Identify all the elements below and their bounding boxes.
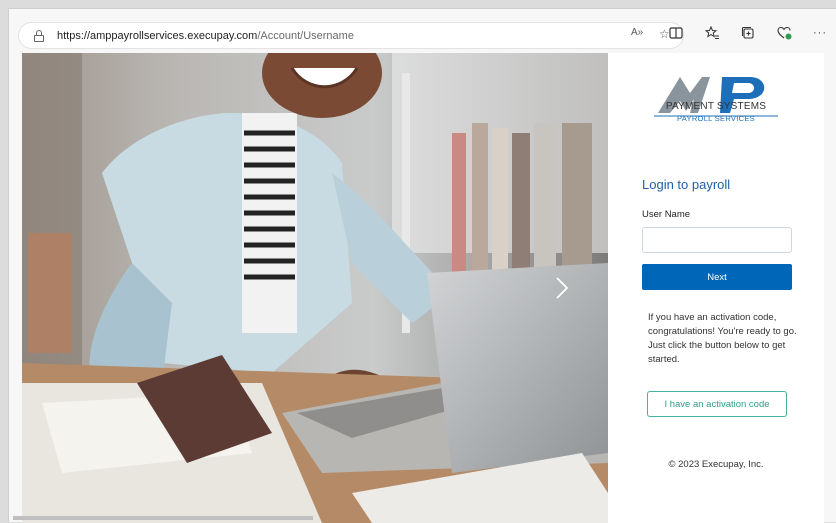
address-bar[interactable]: https://amppayrollservices.execupay.com/… (19, 23, 683, 48)
url-path: /Account/Username (257, 29, 354, 42)
hero-image (22, 53, 608, 523)
page-content: PAYMENT SYSTEMS PAYROLL SERVICES Login t… (22, 53, 824, 523)
lock-icon[interactable] (33, 29, 45, 42)
horizontal-scrollbar[interactable] (13, 516, 313, 520)
collections-icon[interactable] (740, 25, 756, 41)
split-screen-icon[interactable] (668, 25, 684, 41)
activation-code-button[interactable]: I have an activation code (647, 391, 787, 417)
username-input[interactable] (642, 227, 792, 253)
browser-toolbar: https://amppayrollservices.execupay.com/… (9, 9, 836, 51)
browser-window: https://amppayrollservices.execupay.com/… (8, 8, 836, 523)
url-text[interactable]: https://amppayrollservices.execupay.com/… (57, 30, 354, 42)
extensions-icon[interactable] (776, 25, 792, 41)
login-title: Login to payroll (642, 177, 731, 192)
toolbar-icons: ··· (668, 25, 828, 41)
url-domain: amppayrollservices.execupay.com (90, 29, 258, 42)
more-icon[interactable]: ··· (812, 25, 828, 41)
logo-payroll-services: PAYROLL SERVICES (677, 114, 755, 123)
login-panel: PAYMENT SYSTEMS PAYROLL SERVICES Login t… (608, 53, 824, 523)
amp-logo: PAYMENT SYSTEMS PAYROLL SERVICES (650, 69, 782, 129)
activation-text: If you have an activation code, congratu… (648, 312, 797, 365)
copyright-text: © 2023 Execupay, Inc. (668, 459, 764, 470)
username-label: User Name (642, 209, 691, 220)
logo-payment-systems: PAYMENT SYSTEMS (665, 101, 767, 112)
url-prefix: https:// (57, 29, 91, 42)
favorites-icon[interactable] (704, 25, 720, 41)
next-button[interactable]: Next (642, 264, 792, 290)
read-aloud-icon[interactable]: A» (631, 27, 643, 38)
